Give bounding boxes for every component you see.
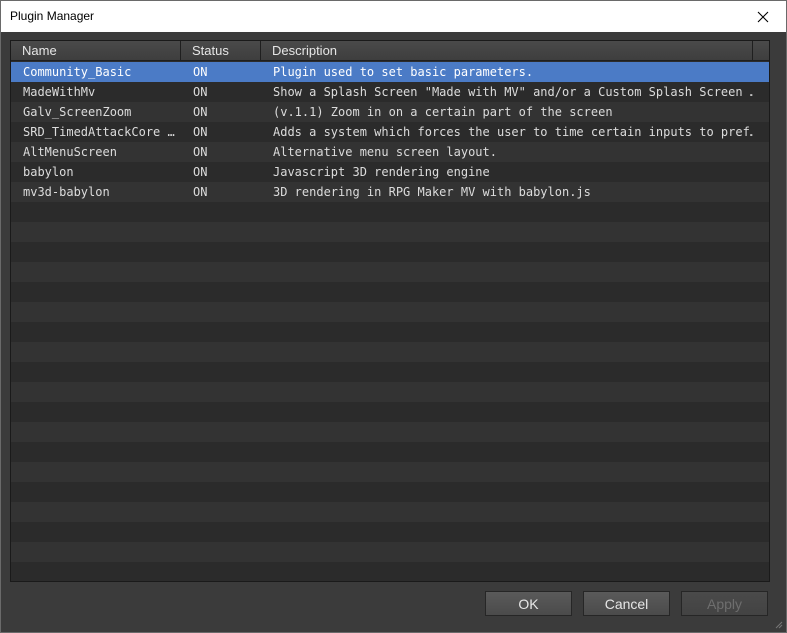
plugin-name-cell: babylon — [23, 165, 74, 179]
apply-button[interactable]: Apply — [681, 591, 768, 616]
plugin-name-cell: Galv_ScreenZoom — [23, 105, 132, 119]
empty-row[interactable] — [11, 462, 769, 482]
plugin-status-cell: ON — [193, 125, 208, 139]
plugin-name-cell: mv3d-babylon — [23, 185, 110, 199]
empty-row[interactable] — [11, 342, 769, 362]
empty-row[interactable] — [11, 482, 769, 502]
plugin-description-cell: Show a Splash Screen "Made with MV" and/… — [273, 85, 753, 99]
empty-row[interactable] — [11, 422, 769, 442]
close-icon — [757, 11, 769, 22]
plugin-row[interactable]: MadeWithMv ON Show a Splash Screen "Made w… — [11, 82, 769, 102]
column-header-spacer — [753, 41, 769, 61]
empty-row[interactable] — [11, 562, 769, 581]
list-header: Name Status Description — [11, 41, 769, 61]
empty-row[interactable] — [11, 362, 769, 382]
plugin-name-cell: MadeWithMv — [23, 85, 96, 99]
column-header-name[interactable]: Name — [11, 41, 181, 61]
plugin-status-cell: ON — [193, 65, 208, 79]
empty-row[interactable] — [11, 222, 769, 242]
title-bar: Plugin Manager — [1, 1, 786, 32]
column-header-description[interactable]: Description — [261, 41, 753, 61]
plugin-status-cell: ON — [193, 185, 208, 199]
plugin-description-cell: Alternative menu screen layout. — [273, 145, 497, 159]
empty-rows[interactable] — [11, 202, 769, 581]
dialog-client-area: Name Status Description Community_Basic O… — [1, 32, 786, 632]
plugin-description-cell: 3D rendering in RPG Maker MV with babylo… — [273, 185, 591, 199]
empty-row[interactable] — [11, 262, 769, 282]
empty-row[interactable] — [11, 282, 769, 302]
plugin-name-cell: AltMenuScreen — [23, 145, 117, 159]
plugin-description-cell: (v.1.1) Zoom in on a certain part of the… — [273, 105, 613, 119]
window-title: Plugin Manager — [10, 9, 95, 23]
plugin-row[interactable]: SRD_TimedAttackCore … ON Adds a system whi… — [11, 122, 769, 142]
plugin-description-cell: Adds a system which forces the user to t… — [273, 125, 753, 139]
plugin-row[interactable]: Community_Basic ON Plugin used to set basi… — [11, 62, 769, 82]
empty-row[interactable] — [11, 202, 769, 222]
empty-row[interactable] — [11, 442, 769, 462]
plugin-row[interactable]: AltMenuScreen ON Alternative menu screen l… — [11, 142, 769, 162]
empty-row[interactable] — [11, 402, 769, 422]
plugin-status-cell: ON — [193, 85, 208, 99]
empty-row[interactable] — [11, 302, 769, 322]
plugin-description-cell: Javascript 3D rendering engine — [273, 165, 490, 179]
plugin-row[interactable]: babylon ON Javascript 3D rendering engine — [11, 162, 769, 182]
empty-row[interactable] — [11, 522, 769, 542]
empty-row[interactable] — [11, 502, 769, 522]
plugin-status-cell: ON — [193, 145, 208, 159]
plugin-name-cell: Community_Basic — [23, 65, 132, 79]
plugin-list[interactable]: Name Status Description Community_Basic O… — [10, 40, 770, 582]
plugin-description-cell: Plugin used to set basic parameters. — [273, 65, 534, 79]
plugin-name-cell: SRD_TimedAttackCore … — [23, 125, 175, 139]
resize-grip-icon[interactable] — [773, 619, 783, 629]
empty-row[interactable] — [11, 242, 769, 262]
close-button[interactable] — [740, 1, 786, 32]
empty-row[interactable] — [11, 542, 769, 562]
plugin-row[interactable]: mv3d-babylon ON 3D rendering in RPG Maker … — [11, 182, 769, 202]
empty-row[interactable] — [11, 382, 769, 402]
cancel-button[interactable]: Cancel — [583, 591, 670, 616]
plugin-status-cell: ON — [193, 165, 208, 179]
plugin-row[interactable]: Galv_ScreenZoom ON (v.1.1) Zoom in on a ce… — [11, 102, 769, 122]
plugin-manager-window: Plugin Manager Name Status Description C… — [0, 0, 787, 633]
empty-row[interactable] — [11, 322, 769, 342]
ok-button[interactable]: OK — [485, 591, 572, 616]
column-header-status[interactable]: Status — [181, 41, 261, 61]
plugin-rows: Community_Basic ON Plugin used to set basi… — [11, 62, 769, 202]
plugin-status-cell: ON — [193, 105, 208, 119]
